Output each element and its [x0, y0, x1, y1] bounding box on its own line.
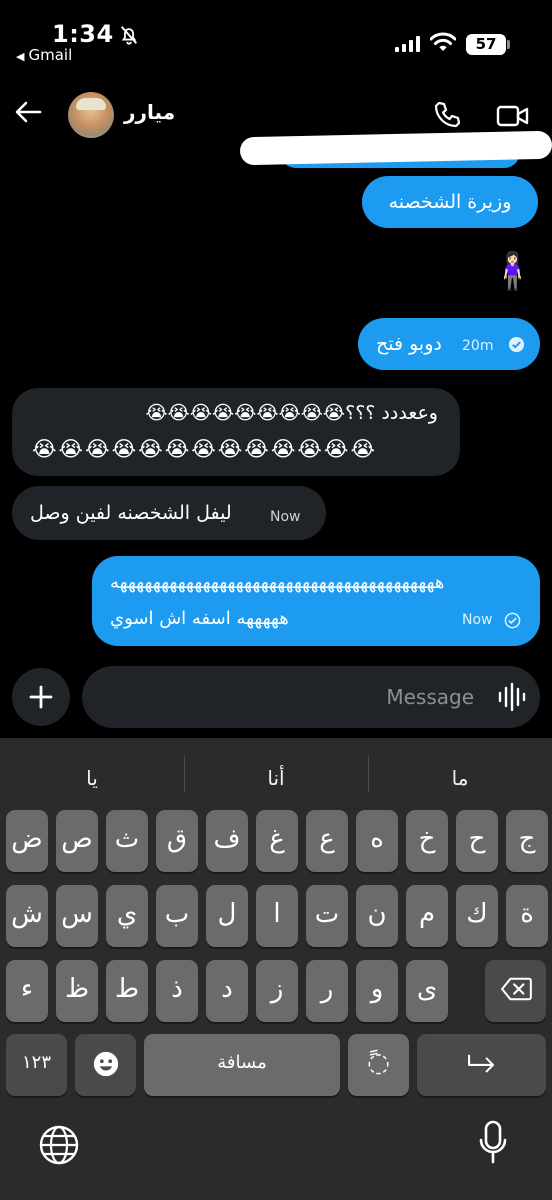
- message-text: 🧍🏻‍♀️: [490, 251, 535, 292]
- message-bubble-outgoing[interactable]: دوبو فتح 20m: [358, 318, 540, 370]
- key-letter[interactable]: ز: [256, 960, 298, 1022]
- key-letter[interactable]: ط: [106, 960, 148, 1022]
- mic-icon[interactable]: [478, 1120, 508, 1166]
- phone-icon[interactable]: [432, 100, 462, 130]
- bell-slash-icon: [120, 26, 138, 45]
- message-text-line: هههههه اسفه اش اسوي: [110, 608, 289, 629]
- space-key[interactable]: مسافة: [144, 1034, 340, 1096]
- key-letter[interactable]: غ: [256, 810, 298, 872]
- key-letter[interactable]: و: [356, 960, 398, 1022]
- delete-icon: [500, 977, 532, 1001]
- key-letter[interactable]: ى: [406, 960, 448, 1022]
- key-letter[interactable]: ك: [456, 885, 498, 947]
- emoji-icon: [93, 1051, 118, 1077]
- message-text-line: 😭😭😭😭😭😭😭😭😭😭😭😭😭: [32, 437, 377, 461]
- message-text: دوبو فتح: [376, 333, 442, 355]
- key-letter[interactable]: ج: [506, 810, 548, 872]
- message-bubble-incoming[interactable]: ليفل الشخصنه لفين وصل Now: [12, 486, 326, 540]
- message-bubble-outgoing[interactable]: هههههههههههههههههههههههههههههههههههههههه…: [92, 556, 540, 646]
- check-icon: [504, 612, 521, 629]
- suggestion-item[interactable]: ما: [370, 760, 550, 796]
- key-letter[interactable]: ت: [306, 885, 348, 947]
- add-attachment-button[interactable]: [12, 668, 70, 726]
- key-letter[interactable]: ن: [356, 885, 398, 947]
- key-letter[interactable]: ل: [206, 885, 248, 947]
- back-app-label: Gmail: [28, 46, 73, 64]
- contact-name[interactable]: ميارر: [124, 100, 175, 124]
- key-letter[interactable]: ظ: [56, 960, 98, 1022]
- battery-level: 57: [466, 34, 506, 55]
- video-icon[interactable]: [496, 102, 530, 130]
- message-bubble-outgoing[interactable]: وزيرة الشخصنه: [362, 176, 538, 228]
- back-triangle-icon: ◀: [16, 50, 25, 63]
- back-to-app-link[interactable]: ◀ Gmail: [16, 46, 72, 64]
- suggestion-item[interactable]: يا: [2, 760, 182, 796]
- numbers-key[interactable]: ١٢٣: [6, 1034, 67, 1096]
- key-letter[interactable]: ش: [6, 885, 48, 947]
- message-time: 20m: [462, 338, 494, 354]
- return-key[interactable]: [417, 1034, 546, 1096]
- key-letter[interactable]: ر: [306, 960, 348, 1022]
- check-icon: [508, 336, 525, 353]
- plus-icon: [29, 685, 53, 709]
- key-letter[interactable]: ء: [6, 960, 48, 1022]
- suggestion-divider: [368, 756, 369, 792]
- key-letter[interactable]: خ: [406, 810, 448, 872]
- key-letter[interactable]: ف: [206, 810, 248, 872]
- message-input[interactable]: [82, 666, 482, 728]
- suggestion-item[interactable]: أنا: [186, 760, 366, 796]
- message-time: Now: [270, 509, 301, 525]
- key-letter[interactable]: س: [56, 885, 98, 947]
- status-time: 1:34: [52, 20, 114, 48]
- wifi-icon: [430, 32, 456, 51]
- message-text-line: هههههههههههههههههههههههههههههههههههههههه: [110, 572, 445, 593]
- key-letter[interactable]: د: [206, 960, 248, 1022]
- delete-key[interactable]: [485, 960, 546, 1022]
- keyboard: يا أنا ما ضصثقفغعهخحج شسيبلاتنمكة ءظطذدز…: [0, 738, 552, 1200]
- key-letter[interactable]: ب: [156, 885, 198, 947]
- message-text: وزيرة الشخصنه: [388, 191, 512, 213]
- key-letter[interactable]: ذ: [156, 960, 198, 1022]
- signal-icon: [395, 36, 420, 52]
- message-time: Now: [462, 612, 493, 628]
- message-composer: [82, 666, 540, 728]
- voice-icon[interactable]: [496, 682, 526, 712]
- key-letter[interactable]: م: [406, 885, 448, 947]
- globe-icon[interactable]: [38, 1124, 80, 1166]
- suggestion-divider: [184, 756, 185, 792]
- message-bubble-incoming[interactable]: وععددد ؟؟؟😭😭😭😭😭😭😭😭😭 😭😭😭😭😭😭😭😭😭😭😭😭😭: [12, 388, 460, 476]
- key-letter[interactable]: ث: [106, 810, 148, 872]
- message-emoji-standalone[interactable]: 🧍🏻‍♀️: [490, 246, 535, 298]
- key-letter[interactable]: ة: [506, 885, 548, 947]
- return-icon: [467, 1054, 494, 1073]
- key-letter[interactable]: ض: [6, 810, 48, 872]
- avatar-cap: [76, 98, 106, 110]
- diacritic-key[interactable]: ◌ً: [348, 1034, 409, 1096]
- key-letter[interactable]: ا: [256, 885, 298, 947]
- emoji-key[interactable]: [75, 1034, 136, 1096]
- message-text: ليفل الشخصنه لفين وصل: [30, 502, 232, 524]
- key-letter[interactable]: ق: [156, 810, 198, 872]
- back-arrow-icon[interactable]: [12, 96, 44, 128]
- message-text-line: وععددد ؟؟؟😭😭😭😭😭😭😭😭😭: [145, 402, 438, 424]
- key-letter[interactable]: ح: [456, 810, 498, 872]
- key-letter[interactable]: ي: [106, 885, 148, 947]
- key-letter[interactable]: ه: [356, 810, 398, 872]
- avatar[interactable]: [68, 92, 114, 138]
- battery-nub: [507, 40, 510, 49]
- key-letter[interactable]: ع: [306, 810, 348, 872]
- status-bar: 1:34 ◀ Gmail 57: [0, 0, 552, 70]
- key-letter[interactable]: ص: [56, 810, 98, 872]
